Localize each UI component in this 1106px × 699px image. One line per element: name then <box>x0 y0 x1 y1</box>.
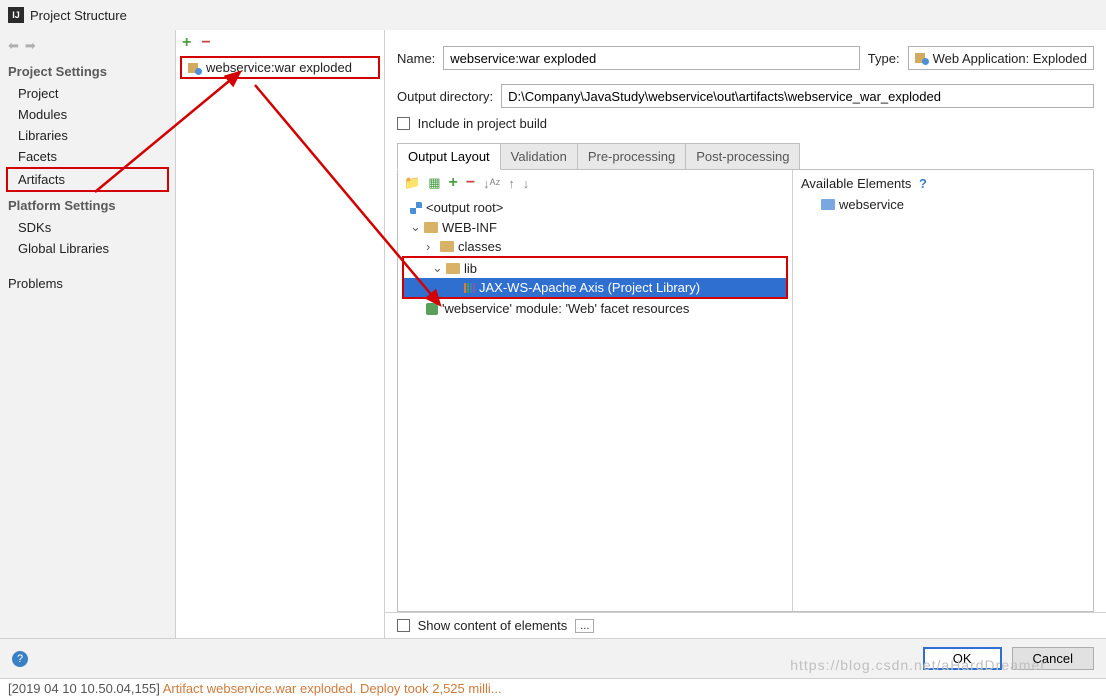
remove-artifact-icon[interactable]: − <box>201 34 210 52</box>
sidebar-item-sdks[interactable]: SDKs <box>0 217 175 238</box>
available-tree[interactable]: webservice <box>793 193 1093 611</box>
console-text: Artifact webservice.war exploded. Deploy… <box>160 681 502 696</box>
help-icon[interactable]: ? <box>12 651 28 667</box>
artifact-icon <box>188 61 202 75</box>
sidebar-item-project[interactable]: Project <box>0 83 175 104</box>
layout-column: 📁 ▦ + − ↓ᴬᶻ ↑ ↓ <output root> ⌄WEB-INF ›… <box>398 170 793 611</box>
artifact-details: Name: Type: Web Application: Exploded Ou… <box>385 30 1106 638</box>
type-dropdown[interactable]: Web Application: Exploded <box>908 46 1094 70</box>
artifact-item-highlight[interactable]: webservice:war exploded <box>180 56 380 79</box>
main-area: ⬅ ➡ Project Settings Project Modules Lib… <box>0 30 1106 638</box>
app-logo-icon: IJ <box>8 7 24 23</box>
more-button[interactable]: ... <box>575 619 594 633</box>
artifact-item-label: webservice:war exploded <box>206 60 352 75</box>
remove-item-icon[interactable]: − <box>466 174 475 192</box>
output-root-icon <box>410 202 422 214</box>
watermark: https://blog.csdn.net/aHardDreamer <box>790 657 1046 673</box>
sidebar: ⬅ ➡ Project Settings Project Modules Lib… <box>0 30 175 638</box>
sidebar-item-facets[interactable]: Facets <box>0 146 175 167</box>
tree-lib[interactable]: ⌄lib <box>404 258 786 278</box>
sidebar-item-modules[interactable]: Modules <box>0 104 175 125</box>
tree-jaxws-lib[interactable]: JAX-WS-Apache Axis (Project Library) <box>404 278 786 297</box>
layout-toolbar: 📁 ▦ + − ↓ᴬᶻ ↑ ↓ <box>398 170 792 196</box>
library-icon <box>464 283 475 293</box>
include-checkbox[interactable]: Include in project build <box>397 116 547 131</box>
name-row: Name: Type: Web Application: Exploded <box>385 30 1106 76</box>
available-column: Available Elements ? webservice <box>793 170 1093 611</box>
help-question-icon[interactable]: ? <box>919 176 927 191</box>
section-project-settings: Project Settings <box>0 58 175 83</box>
artifact-list-panel: + − webservice:war exploded <box>175 30 385 638</box>
checkbox-icon <box>397 117 410 130</box>
sidebar-item-global-libraries[interactable]: Global Libraries <box>0 238 175 259</box>
tree-classes[interactable]: ›classes <box>398 237 792 256</box>
show-content-checkbox[interactable]: Show content of elements <box>397 618 567 633</box>
layout-tree[interactable]: <output root> ⌄WEB-INF ›classes ⌄lib JAX… <box>398 196 792 611</box>
name-label: Name: <box>397 51 435 66</box>
include-row: Include in project build <box>385 114 1106 137</box>
type-value: Web Application: Exploded <box>933 51 1087 66</box>
include-label: Include in project build <box>418 116 547 131</box>
add-artifact-icon[interactable]: + <box>182 34 191 52</box>
available-header: Available Elements ? <box>793 170 1093 193</box>
console-timestamp: [2019 04 10 10.50.04,155] <box>8 681 160 696</box>
folder-icon <box>424 222 438 233</box>
output-dir-input[interactable] <box>501 84 1094 108</box>
output-dir-row: Output directory: <box>385 76 1106 114</box>
available-label: Available Elements <box>801 176 911 191</box>
bottom-options: Show content of elements ... <box>385 612 1106 638</box>
name-input[interactable] <box>443 46 859 70</box>
tab-pre-processing[interactable]: Pre-processing <box>577 143 686 170</box>
web-app-icon <box>915 51 929 65</box>
checkbox-icon <box>397 619 410 632</box>
sidebar-item-artifacts[interactable]: Artifacts <box>6 167 169 192</box>
add-copy-icon[interactable]: + <box>448 174 457 192</box>
tree-webinf[interactable]: ⌄WEB-INF <box>398 217 792 237</box>
output-dir-label: Output directory: <box>397 89 493 104</box>
toggle-icon[interactable]: ⌄ <box>432 260 442 276</box>
folder-icon <box>446 263 460 274</box>
type-label: Type: <box>868 51 900 66</box>
folder-icon <box>440 241 454 252</box>
toggle-icon[interactable]: ⌄ <box>410 219 420 235</box>
tab-output-layout[interactable]: Output Layout <box>397 143 501 170</box>
new-item-icon[interactable]: ▦ <box>428 175 440 191</box>
console-output: [2019 04 10 10.50.04,155] Artifact webse… <box>0 678 1106 699</box>
sidebar-item-problems[interactable]: Problems <box>0 273 175 294</box>
titlebar: IJ Project Structure <box>0 0 1106 30</box>
tab-post-processing[interactable]: Post-processing <box>685 143 800 170</box>
nav-arrows: ⬅ ➡ <box>0 36 175 58</box>
available-webservice[interactable]: webservice <box>793 195 1093 214</box>
tabs: Output Layout Validation Pre-processing … <box>397 143 1094 170</box>
move-up-icon[interactable]: ↑ <box>508 176 515 191</box>
window-title: Project Structure <box>30 8 127 23</box>
show-content-label: Show content of elements <box>418 618 568 633</box>
toggle-icon[interactable]: › <box>426 239 436 254</box>
facet-icon <box>426 303 438 315</box>
new-folder-icon[interactable]: 📁 <box>404 175 420 191</box>
lib-highlight-box: ⌄lib JAX-WS-Apache Axis (Project Library… <box>402 256 788 299</box>
module-icon <box>821 199 835 210</box>
section-platform-settings: Platform Settings <box>0 192 175 217</box>
tab-validation[interactable]: Validation <box>500 143 578 170</box>
move-down-icon[interactable]: ↓ <box>523 176 530 191</box>
back-icon[interactable]: ⬅ <box>8 38 19 54</box>
output-layout-body: 📁 ▦ + − ↓ᴬᶻ ↑ ↓ <output root> ⌄WEB-INF ›… <box>397 169 1094 612</box>
tree-facet-resources[interactable]: 'webservice' module: 'Web' facet resourc… <box>398 299 792 318</box>
tree-output-root[interactable]: <output root> <box>398 198 792 217</box>
sort-icon[interactable]: ↓ᴬᶻ <box>483 176 500 191</box>
sidebar-item-libraries[interactable]: Libraries <box>0 125 175 146</box>
artifact-list-toolbar: + − <box>176 30 384 56</box>
forward-icon[interactable]: ➡ <box>25 38 36 54</box>
